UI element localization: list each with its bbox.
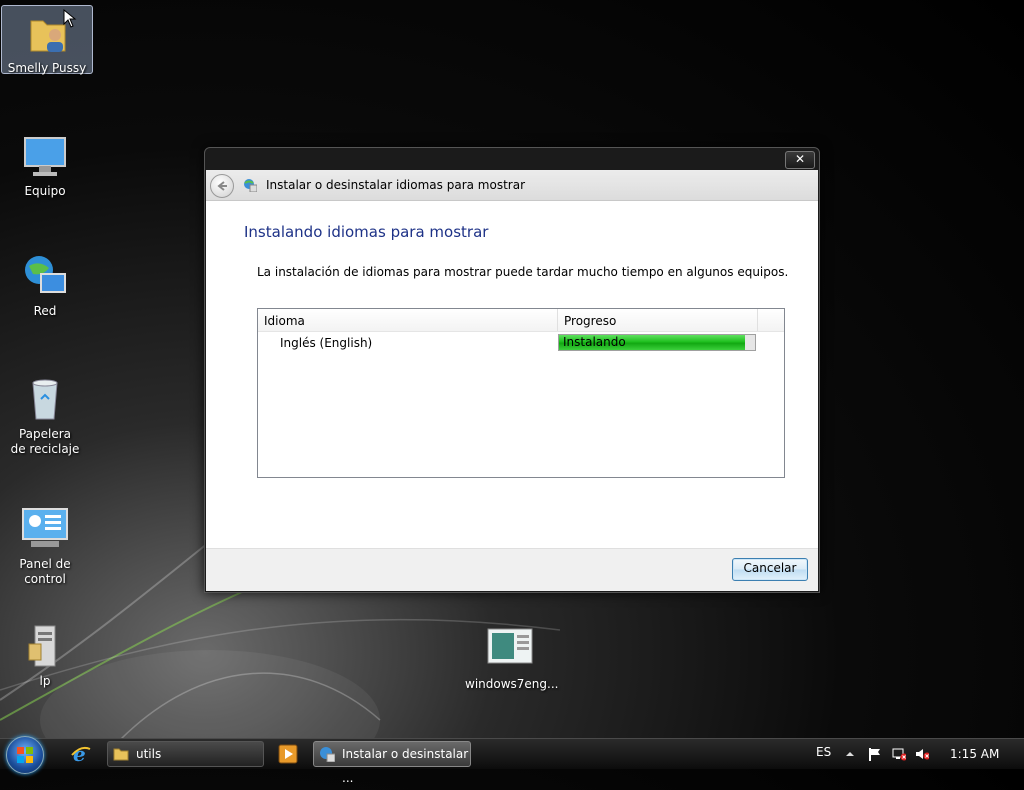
desktop-icon-label: Panel de control <box>19 557 71 586</box>
taskbar: e utils Instalar o desinstalar ... ES 1:… <box>0 736 1024 785</box>
computer-icon <box>21 132 69 180</box>
internet-explorer-icon[interactable]: e <box>70 743 92 765</box>
windows-logo-icon <box>17 747 33 763</box>
install-progress-bar: Instalando <box>558 334 756 351</box>
desktop-icon-control-panel[interactable]: Panel de control <box>0 505 90 587</box>
desktop-icon-label: Papelera de reciclaje <box>10 427 80 456</box>
table-row[interactable]: Inglés (English) Instalando <box>258 332 784 354</box>
desktop-icon-label: lp <box>39 674 51 688</box>
desktop-icon-lp[interactable]: lp <box>0 622 90 689</box>
dialog-content: Instalando idiomas para mostrar La insta… <box>206 201 818 548</box>
column-header-language[interactable]: Idioma <box>258 309 558 331</box>
desktop-icon-label: Equipo <box>24 184 66 198</box>
svg-text:e: e <box>73 743 86 765</box>
media-player-icon[interactable] <box>278 744 300 766</box>
dialog-body: Instalar o desinstalar idiomas para most… <box>206 170 818 591</box>
back-button[interactable] <box>210 174 234 198</box>
document-icon <box>486 625 534 673</box>
server-icon <box>21 622 69 670</box>
taskbar-button-language-dialog[interactable]: Instalar o desinstalar ... <box>313 741 471 785</box>
dialog-footer: Cancelar <box>206 548 818 591</box>
volume-muted-icon[interactable] <box>915 747 929 761</box>
close-button[interactable]: ✕ <box>785 151 815 169</box>
desktop-icon-label: windows7eng... <box>465 677 559 691</box>
start-button[interactable] <box>6 736 44 774</box>
desktop-icon-recycle-bin[interactable]: Papelera de reciclaje <box>0 375 90 457</box>
taskbar-button-label: Instalar o desinstalar ... <box>342 747 469 785</box>
page-heading: Instalando idiomas para mostrar <box>244 223 489 241</box>
desktop-icon-red[interactable]: Red <box>0 252 90 319</box>
taskbar-button-utils[interactable]: utils <box>107 741 264 767</box>
dialog-navbar: Instalar o desinstalar idiomas para most… <box>206 170 818 201</box>
network-disconnected-icon[interactable] <box>892 747 906 761</box>
desktop-icon-windows7eng[interactable]: windows7eng... <box>465 625 559 692</box>
language-cell: Inglés (English) <box>280 336 373 350</box>
desktop-icon-user-folder[interactable]: Smelly Pussy <box>1 5 93 75</box>
control-panel-icon <box>21 505 69 553</box>
back-arrow-icon <box>217 181 227 191</box>
language-progress-table: Idioma Progreso Inglés (English) Instala… <box>257 308 785 478</box>
show-hidden-icons-icon[interactable] <box>845 749 859 763</box>
network-icon <box>21 252 69 300</box>
table-header: Idioma Progreso <box>258 309 784 332</box>
dialog-titlebar[interactable]: ✕ <box>205 148 819 170</box>
language-globe-icon <box>320 747 335 762</box>
progress-status: Instalando <box>563 335 626 349</box>
desktop-icon-label: Smelly Pussy <box>7 61 87 75</box>
clock[interactable]: 1:15 AM <box>950 739 999 769</box>
column-header-progress[interactable]: Progreso <box>558 309 758 331</box>
mouse-cursor-icon <box>63 9 77 28</box>
recycle-bin-icon <box>21 375 69 423</box>
language-install-dialog: ✕ Instalar o desinstalar idiomas para mo… <box>204 147 820 593</box>
taskbar-button-label: utils <box>136 747 162 761</box>
page-description: La instalación de idiomas para mostrar p… <box>257 265 789 279</box>
action-center-flag-icon[interactable] <box>868 747 882 761</box>
dialog-title: Instalar o desinstalar idiomas para most… <box>266 178 526 192</box>
desktop-icon-equipo[interactable]: Equipo <box>0 132 90 199</box>
input-language-indicator[interactable]: ES <box>816 737 831 767</box>
folder-icon <box>113 748 129 761</box>
desktop-icon-label: Red <box>33 304 57 318</box>
cancel-button[interactable]: Cancelar <box>732 558 808 581</box>
language-globe-icon <box>244 179 257 192</box>
